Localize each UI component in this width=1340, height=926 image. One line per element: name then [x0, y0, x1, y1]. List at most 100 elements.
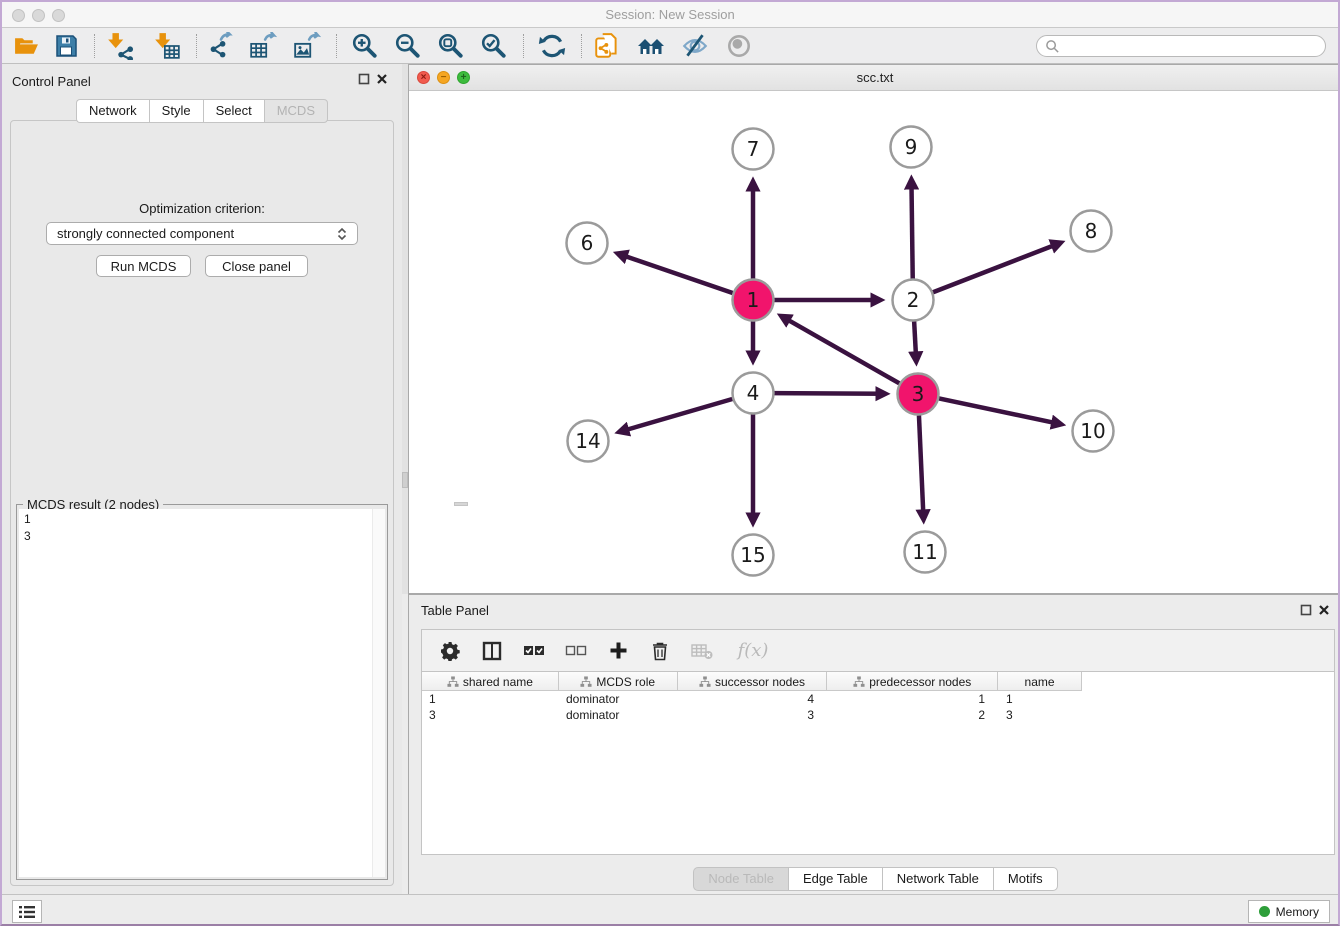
graph-node-label: 15 — [740, 543, 765, 567]
zoom-fit-icon[interactable] — [436, 32, 466, 60]
graph-edge-3-1[interactable] — [782, 317, 899, 384]
show-graphics-details-icon — [724, 32, 754, 60]
column-header-label: MCDS role — [596, 675, 655, 689]
search-box[interactable] — [1036, 35, 1326, 57]
mcds-result-list[interactable]: 13 — [19, 509, 385, 877]
column-header-successor-nodes[interactable]: successor nodes — [678, 672, 828, 691]
column-header-label: name — [1025, 675, 1055, 689]
graph-edge-2-8[interactable] — [933, 243, 1060, 292]
graph-edge-1-6[interactable] — [619, 254, 733, 293]
hierarchy-icon — [447, 676, 459, 688]
graph-node-label: 2 — [907, 288, 920, 312]
column-header-shared-name[interactable]: shared name — [422, 672, 559, 691]
save-session-icon[interactable] — [51, 32, 81, 60]
network-view-window: × − + scc.txt 1234678910111415 — [408, 64, 1340, 594]
network-graph-canvas[interactable]: 1234678910111415 — [409, 91, 1340, 593]
graph-edge-3-10[interactable] — [939, 398, 1060, 424]
graph-edge-3-11[interactable] — [919, 415, 924, 518]
graph-edge-2-9[interactable] — [911, 180, 912, 278]
optimization-criterion-dropdown[interactable]: strongly connected component — [46, 222, 358, 245]
column-header-MCDS-role[interactable]: MCDS role — [559, 672, 678, 691]
mcds-result-box: MCDS result (2 nodes) 13 — [16, 504, 388, 880]
network-window-titlebar: × − + scc.txt — [409, 65, 1340, 91]
table-row[interactable]: 3dominator323 — [422, 707, 1334, 723]
table-cell[interactable]: 3 — [422, 707, 559, 723]
column-header-predecessor-nodes[interactable]: predecessor nodes — [827, 672, 998, 691]
delete-table-icon — [690, 639, 714, 663]
zoom-out-icon[interactable] — [393, 32, 423, 60]
control-tab-network[interactable]: Network — [76, 99, 149, 123]
table-row[interactable]: 1dominator411 — [422, 691, 1334, 707]
table-cell[interactable]: 1 — [999, 691, 1082, 707]
close-panel-button[interactable]: Close panel — [205, 255, 308, 277]
apply-preferred-layout-icon[interactable] — [537, 32, 567, 60]
column-header-label: shared name — [463, 675, 533, 689]
table-cell[interactable]: 2 — [828, 707, 999, 723]
horizontal-splitter-handle[interactable] — [454, 502, 468, 506]
hierarchy-icon — [580, 676, 592, 688]
table-cell[interactable]: 1 — [422, 691, 559, 707]
graph-edge-4-14[interactable] — [620, 399, 732, 432]
node-table[interactable]: shared name MCDS role successor nodes prede… — [421, 671, 1335, 855]
table-cell[interactable]: 3 — [678, 707, 828, 723]
first-neighbors-icon[interactable] — [636, 32, 666, 60]
show-columns-icon[interactable] — [480, 639, 504, 663]
graph-edge-2-3[interactable] — [914, 321, 916, 360]
table-tab-node-table[interactable]: Node Table — [693, 867, 788, 891]
create-column-plus-icon[interactable] — [606, 639, 630, 663]
graph-node-label: 9 — [905, 135, 918, 159]
table-tabs: Node TableEdge TableNetwork TableMotifs — [409, 867, 1340, 891]
import-network-from-file-icon[interactable] — [105, 32, 135, 60]
graph-node-label: 8 — [1085, 219, 1098, 243]
delete-column-trash-icon[interactable] — [648, 639, 672, 663]
import-table-from-file-icon[interactable] — [152, 32, 182, 60]
control-tab-mcds[interactable]: MCDS — [264, 99, 328, 123]
hierarchy-icon — [853, 676, 865, 688]
table-cell[interactable]: dominator — [559, 691, 678, 707]
float-table-panel-icon[interactable] — [1300, 604, 1312, 616]
search-input[interactable] — [1060, 39, 1325, 53]
export-table-icon[interactable] — [248, 32, 278, 60]
column-header-name[interactable]: name — [998, 672, 1081, 691]
run-mcds-button[interactable]: Run MCDS — [96, 255, 191, 277]
list-icon — [18, 905, 36, 919]
open-session-icon[interactable] — [11, 32, 41, 60]
task-history-button[interactable] — [12, 900, 42, 923]
table-cell[interactable]: 1 — [828, 691, 999, 707]
table-cell[interactable]: dominator — [559, 707, 678, 723]
table-options-gear-icon[interactable] — [438, 639, 462, 663]
application-window: Session: New Session — [0, 0, 1340, 926]
clone-network-icon[interactable] — [592, 32, 622, 60]
control-tab-select[interactable]: Select — [203, 99, 264, 123]
column-header-label: predecessor nodes — [869, 675, 971, 689]
table-cell[interactable]: 4 — [678, 691, 828, 707]
deselect-all-icon[interactable] — [564, 639, 588, 663]
toolbar-divider — [196, 34, 197, 58]
table-tab-network-table[interactable]: Network Table — [882, 867, 993, 891]
toolbar-divider — [523, 34, 524, 58]
export-image-icon[interactable] — [292, 32, 322, 60]
mcds-result-item: 3 — [24, 528, 385, 545]
zoom-in-icon[interactable] — [350, 32, 380, 60]
table-panel: Table Panel — [408, 594, 1340, 894]
control-panel: Control Panel NetworkStyleSelectMCDS Opt… — [2, 64, 402, 894]
table-tab-motifs[interactable]: Motifs — [993, 867, 1058, 891]
float-panel-icon[interactable] — [358, 73, 370, 85]
table-cell[interactable]: 3 — [999, 707, 1082, 723]
export-network-icon[interactable] — [206, 32, 236, 60]
table-tab-edge-table[interactable]: Edge Table — [788, 867, 882, 891]
hide-graphics-details-icon[interactable] — [680, 32, 710, 60]
control-tab-style[interactable]: Style — [149, 99, 203, 123]
toolbar-divider — [336, 34, 337, 58]
dropdown-selected-value: strongly connected component — [57, 226, 337, 241]
select-all-icon[interactable] — [522, 639, 546, 663]
graph-node-label: 3 — [912, 382, 925, 406]
close-panel-icon[interactable] — [376, 73, 388, 85]
close-table-panel-icon[interactable] — [1318, 604, 1330, 616]
graph-edge-4-3[interactable] — [774, 393, 884, 394]
memory-button[interactable]: Memory — [1248, 900, 1330, 923]
graph-node-label: 1 — [747, 288, 760, 312]
result-scrollbar[interactable] — [372, 509, 385, 877]
zoom-selected-icon[interactable] — [479, 32, 509, 60]
graph-node-label: 10 — [1080, 419, 1105, 443]
